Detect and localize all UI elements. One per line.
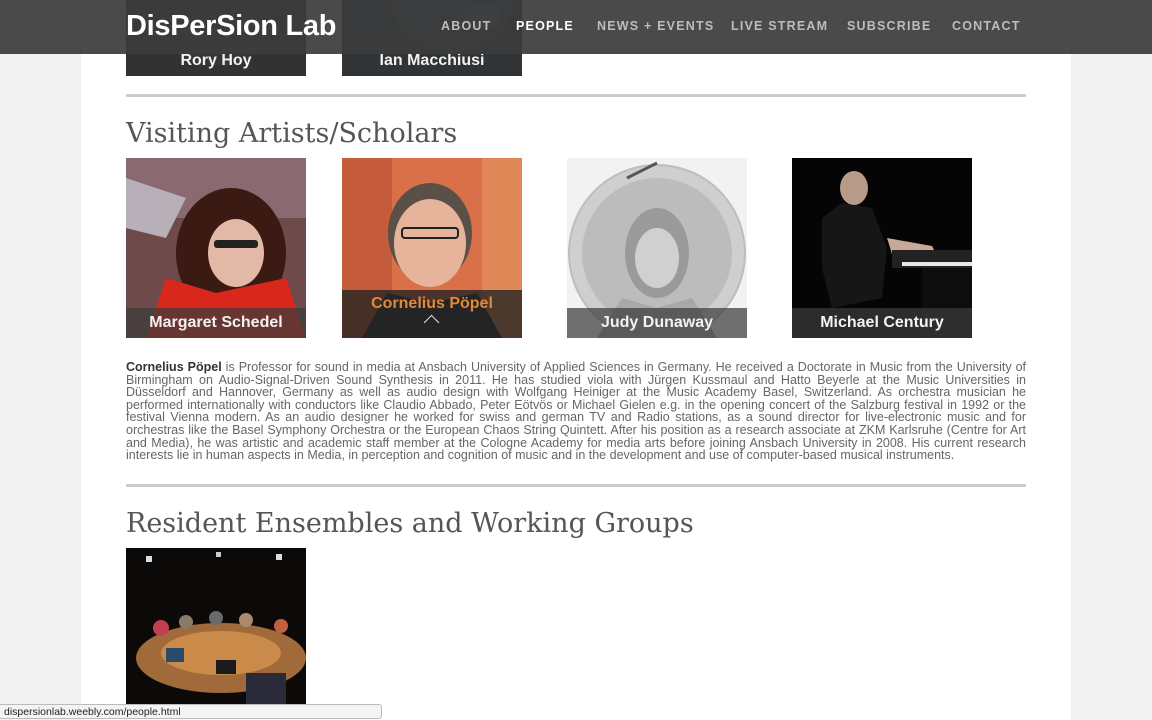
bio-text: is Professor for sound in media at Ansba… — [126, 360, 1026, 463]
nav-news-events[interactable]: NEWS + EVENTS — [597, 19, 714, 33]
nav-subscribe[interactable]: SUBSCRIBE — [847, 19, 931, 33]
nav-contact[interactable]: CONTACT — [952, 19, 1021, 33]
person-name-active: Cornelius Pöpel — [342, 290, 522, 338]
person-name: Judy Dunaway — [567, 308, 747, 338]
visiting-section-title: Visiting Artists/Scholars — [126, 118, 458, 149]
nav-live-stream[interactable]: LIVE STREAM — [731, 19, 828, 33]
ensemble-card[interactable] — [126, 548, 306, 704]
chevron-up-icon — [423, 314, 440, 331]
person-name: Michael Century — [792, 308, 972, 338]
person-name: Margaret Schedel — [126, 308, 306, 338]
person-card-michael-century[interactable]: Michael Century — [792, 158, 972, 338]
section-divider — [126, 484, 1026, 487]
nav-about[interactable]: ABOUT — [441, 19, 491, 33]
browser-status-url: dispersionlab.weebly.com/people.html — [0, 704, 382, 719]
photo-ensemble-performance — [126, 548, 306, 704]
site-header: DisPerSion Lab ABOUT PEOPLE NEWS + EVENT… — [0, 0, 1152, 54]
site-logo[interactable]: DisPerSion Lab — [126, 10, 336, 43]
person-bio: Cornelius Pöpel is Professor for sound i… — [126, 361, 1026, 462]
ensembles-section-title: Resident Ensembles and Working Groups — [126, 508, 694, 539]
person-card-judy-dunaway[interactable]: Judy Dunaway — [567, 158, 747, 338]
nav-people[interactable]: PEOPLE — [516, 19, 574, 33]
person-card-cornelius-popel[interactable]: Cornelius Pöpel — [342, 158, 522, 338]
person-name: Cornelius Pöpel — [371, 295, 493, 312]
person-card-margaret-schedel[interactable]: Margaret Schedel — [126, 158, 306, 338]
section-divider — [126, 94, 1026, 97]
